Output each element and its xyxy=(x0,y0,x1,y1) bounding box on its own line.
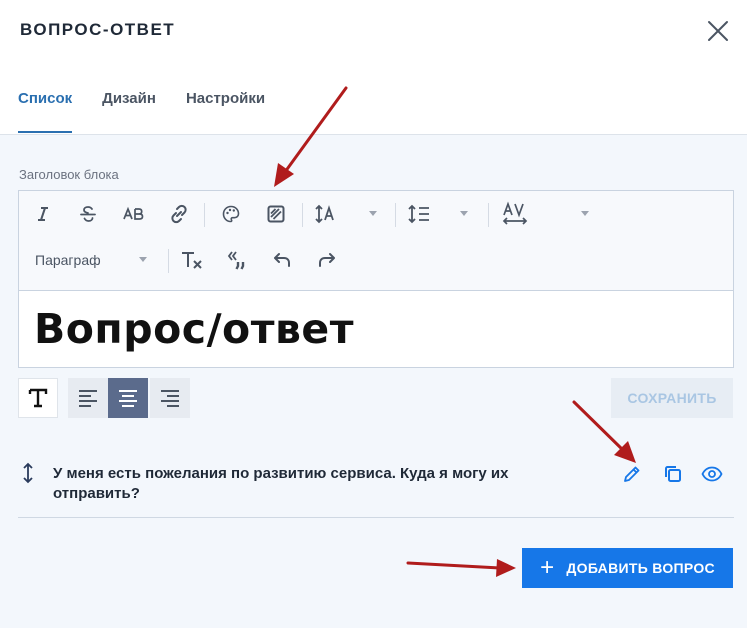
highlight-button[interactable] xyxy=(261,199,291,229)
toolbar-separator xyxy=(488,203,489,227)
undo-icon xyxy=(274,253,290,267)
tab-bar: Список Дизайн Настройки xyxy=(18,90,295,133)
palette-icon xyxy=(222,205,240,223)
paragraph-select-value: Параграф xyxy=(35,252,101,268)
quotes-button[interactable] xyxy=(222,245,252,275)
toolbar-separator xyxy=(395,203,396,227)
align-left-button[interactable] xyxy=(68,378,108,418)
link-button[interactable] xyxy=(164,199,194,229)
undo-button[interactable] xyxy=(267,245,297,275)
letter-spacing-dropdown-caret[interactable] xyxy=(581,211,589,216)
paragraph-dropdown-caret[interactable] xyxy=(139,257,147,262)
font-size-dropdown-caret[interactable] xyxy=(369,211,377,216)
question-text: У меня есть пожелания по развитию сервис… xyxy=(53,465,509,502)
close-button[interactable] xyxy=(705,18,731,44)
text-style-button[interactable] xyxy=(18,378,58,418)
letter-spacing-icon xyxy=(502,201,528,225)
paragraph-select[interactable]: Параграф xyxy=(35,245,153,275)
toolbar-separator xyxy=(302,203,303,227)
align-left-icon xyxy=(79,390,97,407)
tab-settings[interactable]: Настройки xyxy=(186,90,265,133)
redo-button[interactable] xyxy=(312,245,342,275)
font-size-icon xyxy=(315,204,334,224)
question-list-item: У меня есть пожелания по развитию сервис… xyxy=(18,452,734,518)
toolbar-row-2: Параграф xyxy=(19,237,733,283)
clear-format-button[interactable] xyxy=(177,245,207,275)
drag-vertical-icon xyxy=(23,462,33,484)
edit-question-button[interactable] xyxy=(618,460,646,488)
uppercase-icon xyxy=(123,206,144,220)
highlight-icon xyxy=(267,205,285,223)
strikethrough-icon xyxy=(80,206,96,222)
save-button[interactable]: СОХРАНИТЬ xyxy=(611,378,733,418)
rich-text-toolbar: Параграф xyxy=(18,190,734,290)
line-height-dropdown-caret[interactable] xyxy=(460,211,468,216)
strikethrough-button[interactable] xyxy=(73,199,103,229)
toolbar-row-1 xyxy=(19,191,733,237)
line-height-button[interactable] xyxy=(405,199,435,229)
uppercase-button[interactable] xyxy=(119,199,149,229)
close-icon xyxy=(708,21,728,41)
duplicate-question-button[interactable] xyxy=(659,460,687,488)
clear-format-icon xyxy=(182,252,202,269)
plus-icon: + xyxy=(540,554,555,581)
panel-title: ВОПРОС-ОТВЕТ xyxy=(20,20,176,39)
tab-list[interactable]: Список xyxy=(18,90,73,133)
link-icon xyxy=(171,204,187,224)
redo-icon xyxy=(319,253,335,267)
color-button[interactable] xyxy=(216,199,246,229)
toolbar-separator xyxy=(168,249,169,273)
pencil-icon xyxy=(624,466,640,482)
font-size-button[interactable] xyxy=(312,199,342,229)
letter-spacing-button[interactable] xyxy=(498,199,532,229)
text-style-icon xyxy=(28,388,48,408)
align-right-button[interactable] xyxy=(150,378,190,418)
add-question-label: ДОБАВИТЬ ВОПРОС xyxy=(566,560,715,576)
align-center-icon xyxy=(119,390,137,407)
block-title-label: Заголовок блока xyxy=(19,167,119,182)
eye-icon xyxy=(701,466,723,482)
annotation-arrow-add xyxy=(406,559,516,577)
block-title-text[interactable]: Вопрос/ответ xyxy=(34,305,354,353)
quotes-icon xyxy=(227,251,245,270)
italic-button[interactable] xyxy=(28,199,58,229)
add-question-button[interactable]: + ДОБАВИТЬ ВОПРОС xyxy=(522,548,733,588)
block-title-editor[interactable]: Вопрос/ответ xyxy=(18,290,734,368)
toolbar-separator xyxy=(204,203,205,227)
drag-handle[interactable] xyxy=(20,462,36,484)
preview-question-button[interactable] xyxy=(698,460,726,488)
panel-header: ВОПРОС-ОТВЕТ Список Дизайн Настройки xyxy=(0,0,747,135)
copy-icon xyxy=(665,466,681,482)
align-right-icon xyxy=(161,390,179,407)
tab-design[interactable]: Дизайн xyxy=(102,90,156,133)
italic-icon xyxy=(38,207,48,221)
align-center-button[interactable] xyxy=(108,378,148,418)
line-height-icon xyxy=(408,204,429,224)
